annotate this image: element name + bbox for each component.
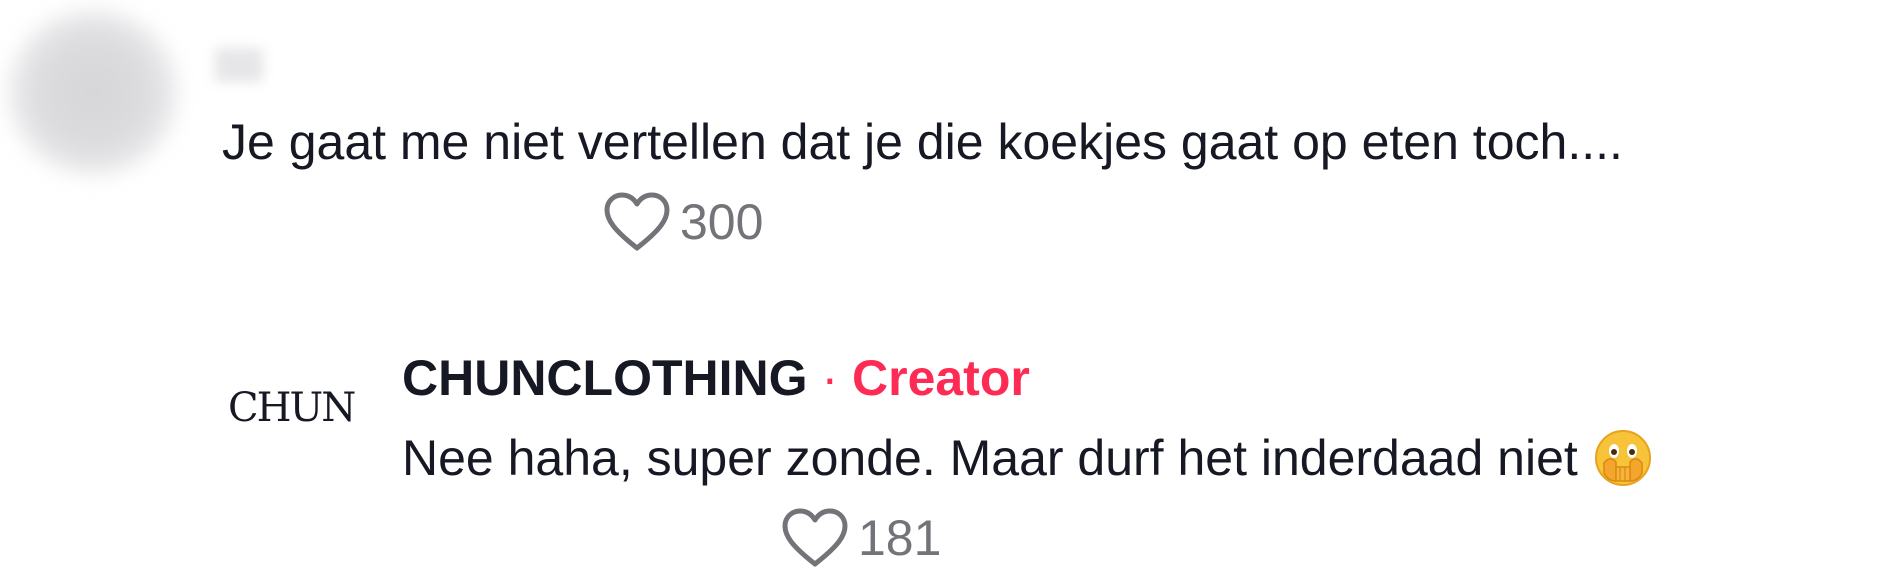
reply-text-row: Nee haha, super zonde. Maar durf het ind… <box>402 428 1652 488</box>
comment-text: Je gaat me niet vertellen dat je die koe… <box>222 114 1623 170</box>
reply-header: CHUNCLOTHING · Creator <box>402 348 1030 408</box>
reply-like-button[interactable]: 181 <box>782 508 941 568</box>
reply-separator: · <box>821 350 839 406</box>
reply-avatar[interactable]: CHUN <box>228 378 356 438</box>
creator-badge: Creator <box>852 350 1030 406</box>
heart-outline-icon[interactable] <box>782 508 848 568</box>
face-with-open-eyes-and-hand-over-mouth-icon <box>1594 430 1651 486</box>
reply-like-count: 181 <box>858 510 942 566</box>
heart-outline-icon[interactable] <box>604 192 670 252</box>
comment-like-button[interactable]: 300 <box>604 192 763 252</box>
reply-username[interactable]: CHUNCLOTHING <box>402 350 808 406</box>
comment-like-count: 300 <box>680 194 764 250</box>
comment-username[interactable] <box>215 48 263 82</box>
comment-avatar[interactable] <box>8 10 178 175</box>
reply-text: Nee haha, super zonde. Maar durf het ind… <box>402 430 1578 486</box>
